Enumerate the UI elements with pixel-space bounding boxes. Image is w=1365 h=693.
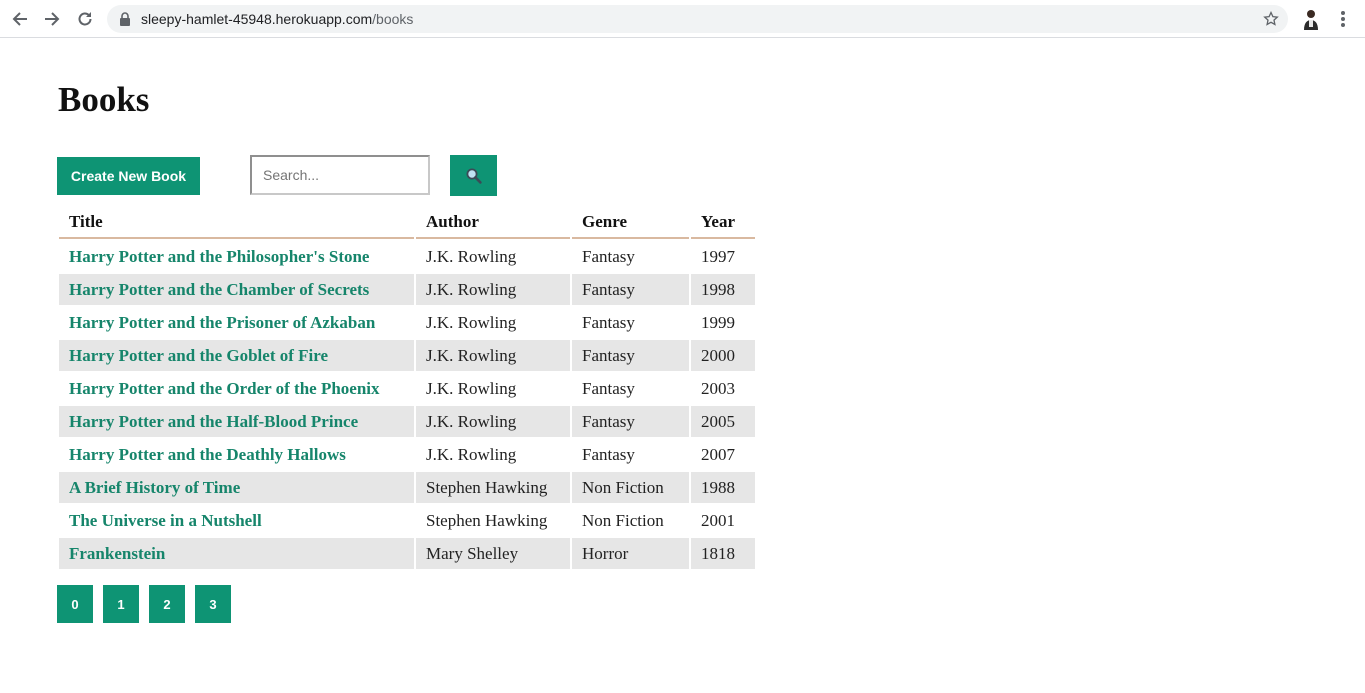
cell-author: J.K. Rowling	[426, 444, 517, 464]
profile-avatar-icon[interactable]	[1301, 8, 1321, 30]
search-input[interactable]	[250, 155, 430, 195]
cell-author: J.K. Rowling	[416, 406, 570, 437]
cell-genre: Fantasy	[582, 444, 635, 464]
url-host: sleepy-hamlet-45948.herokuapp.com	[141, 11, 373, 27]
browser-toolbar: sleepy-hamlet-45948.herokuapp.com/books	[0, 0, 1365, 38]
table-row: A Brief History of Time Stephen Hawking …	[59, 472, 755, 503]
cell-genre: Fantasy	[582, 312, 635, 332]
table-row: Frankenstein Mary Shelley Horror 1818	[59, 538, 755, 569]
browser-menu-icon[interactable]	[1334, 9, 1352, 29]
cell-title: The Universe in a Nutshell	[59, 505, 414, 536]
cell-author: J.K. Rowling	[416, 274, 570, 305]
cell-year: 2003	[701, 378, 735, 398]
cell-genre: Fantasy	[582, 246, 635, 266]
book-link[interactable]: Harry Potter and the Prisoner of Azkaban	[69, 313, 375, 332]
cell-author: J.K. Rowling	[426, 312, 517, 332]
page-button-0[interactable]: 0	[57, 585, 93, 623]
cell-title: A Brief History of Time	[59, 472, 414, 503]
header-author[interactable]: Author	[416, 207, 570, 239]
pagination: 0 1 2 3	[57, 585, 231, 623]
cell-genre: Non Fiction	[582, 510, 664, 530]
bookmark-star-icon[interactable]	[1263, 11, 1279, 27]
cell-title: Harry Potter and the Philosopher's Stone	[59, 241, 414, 272]
cell-genre: Fantasy	[582, 378, 635, 398]
book-link[interactable]: Harry Potter and the Half-Blood Prince	[69, 412, 358, 431]
page-title: Books	[58, 80, 150, 119]
table-row: Harry Potter and the Chamber of Secrets …	[59, 274, 755, 305]
table-row: Harry Potter and the Goblet of Fire J.K.…	[59, 340, 755, 371]
table-row: The Universe in a Nutshell Stephen Hawki…	[59, 505, 755, 536]
header-genre[interactable]: Genre	[572, 207, 689, 239]
page-button-2[interactable]: 2	[149, 585, 185, 623]
page-button-1[interactable]: 1	[103, 585, 139, 623]
address-bar[interactable]: sleepy-hamlet-45948.herokuapp.com/books	[107, 5, 1288, 33]
cell-title: Harry Potter and the Half-Blood Prince	[59, 406, 414, 437]
cell-title: Harry Potter and the Deathly Hallows	[59, 439, 414, 470]
header-title[interactable]: Title	[59, 207, 414, 239]
page-button-3[interactable]: 3	[195, 585, 231, 623]
table-row: Harry Potter and the Prisoner of Azkaban…	[59, 307, 755, 338]
back-arrow-icon[interactable]	[9, 8, 31, 30]
reload-icon[interactable]	[74, 8, 96, 30]
cell-year: 2001	[701, 510, 735, 530]
cell-genre: Fantasy	[572, 406, 689, 437]
cell-title: Harry Potter and the Prisoner of Azkaban	[59, 307, 414, 338]
cell-year: 1818	[691, 538, 755, 569]
cell-title: Frankenstein	[59, 538, 414, 569]
cell-genre: Horror	[572, 538, 689, 569]
create-new-book-button[interactable]: Create New Book	[57, 157, 200, 195]
cell-author: Mary Shelley	[416, 538, 570, 569]
book-link[interactable]: Harry Potter and the Philosopher's Stone	[69, 247, 369, 266]
book-link[interactable]: Harry Potter and the Deathly Hallows	[69, 445, 346, 464]
cell-author: Stephen Hawking	[416, 472, 570, 503]
table-row: Harry Potter and the Deathly Hallows J.K…	[59, 439, 755, 470]
cell-year: 2000	[691, 340, 755, 371]
book-link[interactable]: A Brief History of Time	[69, 478, 240, 497]
cell-genre: Non Fiction	[572, 472, 689, 503]
cell-title: Harry Potter and the Goblet of Fire	[59, 340, 414, 371]
table-header-row: Title Author Genre Year	[59, 207, 755, 239]
cell-year: 2005	[691, 406, 755, 437]
cell-author: J.K. Rowling	[426, 378, 517, 398]
header-year[interactable]: Year	[691, 207, 755, 239]
cell-author: J.K. Rowling	[416, 340, 570, 371]
cell-year: 1988	[691, 472, 755, 503]
book-link[interactable]: Harry Potter and the Order of the Phoeni…	[69, 379, 380, 398]
cell-year: 2007	[701, 444, 735, 464]
url-text: sleepy-hamlet-45948.herokuapp.com/books	[141, 11, 413, 27]
table-row: Harry Potter and the Order of the Phoeni…	[59, 373, 755, 404]
cell-year: 1997	[701, 246, 735, 266]
table-row: Harry Potter and the Half-Blood Prince J…	[59, 406, 755, 437]
magnifier-icon	[466, 168, 482, 184]
cell-title: Harry Potter and the Chamber of Secrets	[59, 274, 414, 305]
book-link[interactable]: Harry Potter and the Goblet of Fire	[69, 346, 328, 365]
cell-author: Stephen Hawking	[426, 510, 548, 530]
cell-author: J.K. Rowling	[426, 246, 517, 266]
book-link[interactable]: Frankenstein	[69, 544, 165, 563]
book-link[interactable]: Harry Potter and the Chamber of Secrets	[69, 280, 369, 299]
url-path: /books	[372, 11, 414, 27]
book-link[interactable]: The Universe in a Nutshell	[69, 511, 262, 530]
cell-year: 1999	[701, 312, 735, 332]
cell-year: 1998	[691, 274, 755, 305]
table-row: Harry Potter and the Philosopher's Stone…	[59, 241, 755, 272]
cell-genre: Fantasy	[572, 340, 689, 371]
cell-title: Harry Potter and the Order of the Phoeni…	[59, 373, 414, 404]
cell-genre: Fantasy	[572, 274, 689, 305]
books-table: Title Author Genre Year Harry Potter and…	[57, 205, 757, 571]
search-button[interactable]	[450, 155, 497, 196]
forward-arrow-icon[interactable]	[41, 8, 63, 30]
lock-icon	[120, 12, 130, 26]
